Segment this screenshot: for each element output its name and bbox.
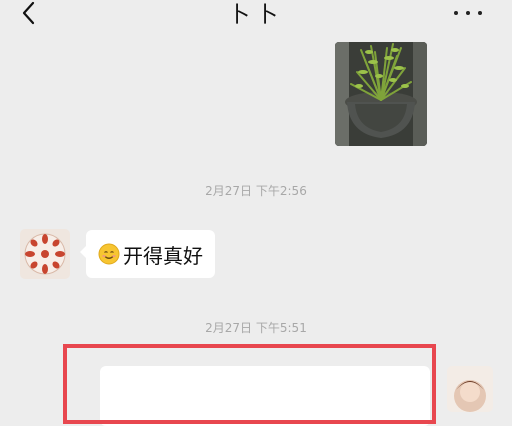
contact-avatar[interactable] xyxy=(20,229,70,279)
chat-message-list[interactable]: 2月27日 下午2:56 开得真好 2月27日 下午5:51 xyxy=(0,38,512,426)
incoming-message-bubble[interactable]: 开得真好 xyxy=(80,230,215,278)
message-timestamp: 2月27日 下午2:56 xyxy=(205,184,307,198)
avatar-image xyxy=(447,366,493,412)
message-text: 开得真好 xyxy=(123,243,203,268)
chat-header: 卜卜 xyxy=(0,0,512,38)
more-options-button[interactable] xyxy=(450,0,486,26)
chat-title: 卜卜 xyxy=(227,3,284,28)
potted-plant-photo xyxy=(335,42,427,146)
more-dots-icon xyxy=(478,11,482,15)
more-dots-icon xyxy=(466,11,470,15)
user-avatar[interactable] xyxy=(447,366,493,412)
highlight-box xyxy=(63,344,436,424)
sent-photo-message[interactable] xyxy=(335,42,427,146)
smile-emoji-icon xyxy=(98,243,120,265)
avatar-image xyxy=(20,229,70,279)
message-timestamp: 2月27日 下午5:51 xyxy=(205,321,307,335)
more-dots-icon xyxy=(454,11,458,15)
